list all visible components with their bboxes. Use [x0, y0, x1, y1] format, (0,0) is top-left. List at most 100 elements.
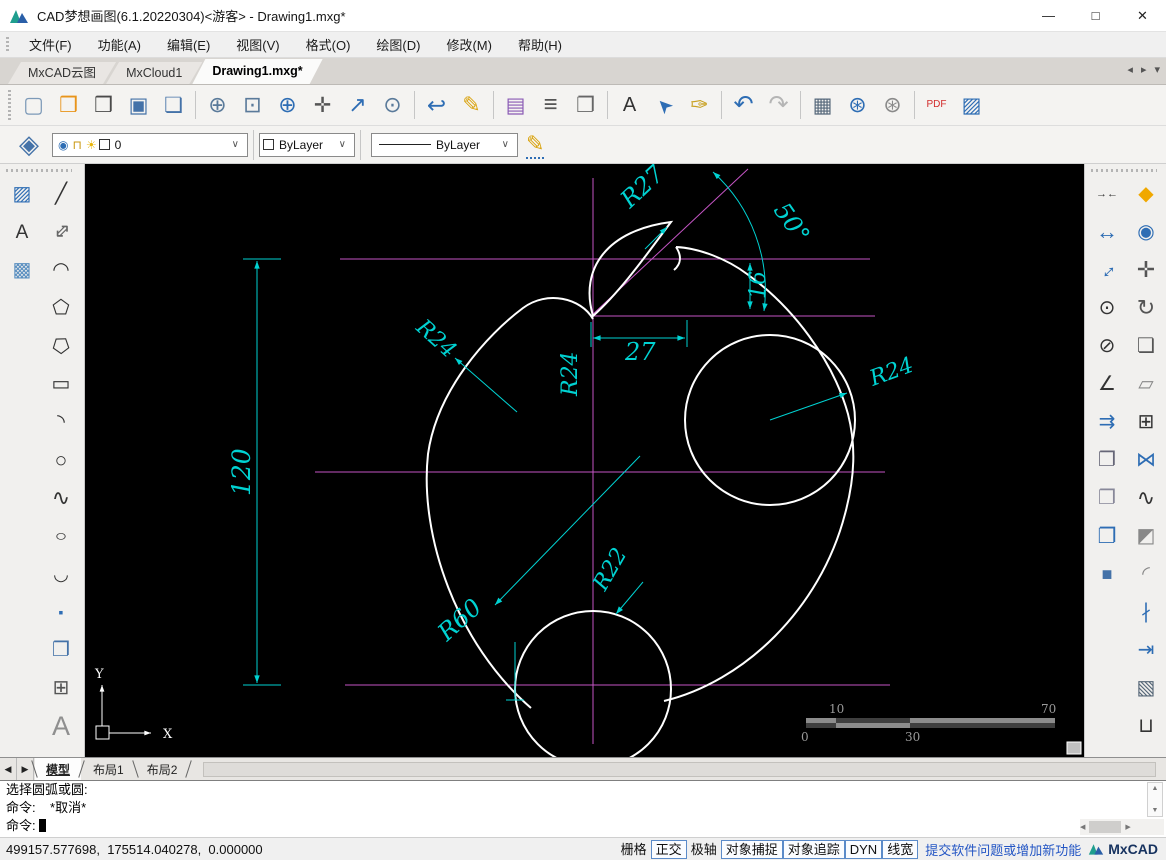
offset-icon[interactable]: ▱ — [1129, 367, 1163, 401]
palette-icon[interactable]: ▤ — [498, 88, 533, 123]
dim-edit-icon[interactable]: →← — [1090, 177, 1124, 211]
extend-icon[interactable]: ⇥ — [1129, 633, 1163, 667]
match-properties-icon[interactable]: ✑ — [682, 88, 717, 123]
menu-view[interactable]: 视图(V) — [223, 32, 292, 57]
menu-draw[interactable]: 绘图(D) — [363, 32, 433, 57]
scale-icon[interactable]: ❏ — [1129, 329, 1163, 363]
close-button[interactable]: ✕ — [1119, 0, 1166, 32]
pan-icon[interactable]: ✛ — [305, 88, 340, 123]
doc-tab-mxcad-cloud[interactable]: MxCAD云图 — [8, 62, 116, 84]
sheet-tab-model[interactable]: 模型 — [35, 758, 81, 780]
toolbar-drag-handle[interactable] — [8, 90, 11, 120]
scroll-up-icon[interactable]: ▲ — [1152, 785, 1159, 792]
print-icon[interactable]: ▦ — [805, 88, 840, 123]
web-update-icon[interactable]: ⊛ — [875, 88, 910, 123]
fillet-icon[interactable]: ◜ — [1129, 557, 1163, 591]
box-3d-icon[interactable]: ▧ — [1129, 671, 1163, 705]
menubar-drag-handle[interactable] — [6, 37, 9, 53]
insert-image-icon[interactable]: ▨ — [5, 177, 39, 211]
command-prompt-line[interactable]: 命令: — [0, 817, 1166, 835]
status-toggle[interactable]: 正交 — [651, 840, 687, 859]
polygon-inscribed-icon[interactable]: ⬠ — [44, 329, 78, 363]
doc-tab-mxcloud1[interactable]: MxCloud1 — [106, 62, 202, 84]
copy-clip-icon[interactable]: ❐ — [1090, 443, 1124, 477]
dim-continue-icon[interactable]: ⇉ — [1090, 405, 1124, 439]
export-pdf-icon[interactable]: PDF — [919, 88, 954, 123]
status-toggle[interactable]: DYN — [845, 840, 882, 859]
dim-diameter-icon[interactable]: ⊘ — [1090, 329, 1124, 363]
publish-web-icon[interactable]: ⊛ — [840, 88, 875, 123]
sheet-tab-layout1[interactable]: 布局1 — [82, 758, 135, 780]
maximize-button[interactable]: □ — [1072, 0, 1119, 32]
zoom-extents-icon[interactable]: ⊕ — [270, 88, 305, 123]
redo-icon[interactable]: ↷ — [761, 88, 796, 123]
arc-3point-icon[interactable]: ◝ — [44, 405, 78, 439]
polygon-icon[interactable]: ⬠ — [44, 291, 78, 325]
status-toggle[interactable]: 极轴 — [687, 841, 721, 858]
arc-icon[interactable]: ◠ — [44, 253, 78, 287]
linetype-list-icon[interactable]: ≡ — [533, 88, 568, 123]
construction-line-icon[interactable]: ⇕ — [44, 215, 78, 249]
dim-linear-icon[interactable]: ↔ — [1090, 215, 1124, 249]
tab-scroll-right-icon[interactable]: ▸ — [1141, 63, 1147, 76]
command-vscrollbar[interactable]: ▲ ▼ — [1147, 782, 1163, 817]
command-hscrollbar[interactable]: ◀ ▶ — [1080, 819, 1164, 835]
text-style-icon[interactable]: A — [612, 88, 647, 123]
spline-fit-icon[interactable]: ∿ — [1129, 481, 1163, 515]
drawing-viewport[interactable]: R27 50° 16 27 R24 R24 R24 120 R22 R60 Y … — [85, 164, 1084, 757]
spline-icon[interactable]: ∿ — [44, 481, 78, 515]
layers-icon[interactable]: ◈ — [12, 129, 46, 160]
command-window[interactable]: 选择圆弧或圆: 命令: *取消* 命令: — [0, 780, 1166, 837]
dim-radius-icon[interactable]: ⊙ — [1090, 291, 1124, 325]
menu-modify[interactable]: 修改(M) — [433, 32, 505, 57]
dimension-lines[interactable] — [243, 172, 847, 700]
break-icon[interactable]: ∤ — [1129, 595, 1163, 629]
status-toggle[interactable]: 对象追踪 — [783, 840, 845, 859]
block-define-icon[interactable]: ⊞ — [44, 671, 78, 705]
block-insert-icon[interactable]: ❐ — [44, 633, 78, 667]
tab-scroll-left-icon[interactable]: ◂ — [1127, 63, 1133, 76]
save-all-icon[interactable]: ❏ — [156, 88, 191, 123]
copy-with-base-icon[interactable]: ❐ — [1090, 481, 1124, 515]
array-icon[interactable]: ⊞ — [1129, 405, 1163, 439]
copy-object-icon[interactable]: ◉ — [1129, 215, 1163, 249]
scroll-left-icon[interactable]: ◀ — [1080, 823, 1085, 831]
multiline-text-icon[interactable]: A — [5, 215, 39, 249]
scrollbar-thumb[interactable] — [1089, 821, 1121, 833]
linetype-select[interactable]: ByLayer ∨ — [371, 133, 518, 157]
hatch-icon[interactable]: ▩ — [5, 253, 39, 287]
select-cursor-icon[interactable]: ➤ — [647, 88, 682, 123]
region-icon[interactable]: ⊔ — [1129, 709, 1163, 743]
new-file-icon[interactable]: ▢ — [16, 88, 51, 123]
clip-region-icon[interactable]: ❐ — [568, 88, 603, 123]
open-folder-icon[interactable]: ❒ — [86, 88, 121, 123]
zoom-center-icon[interactable]: ⊙ — [375, 88, 410, 123]
toolbar-drag-handle[interactable] — [1091, 169, 1157, 172]
rectangle-icon[interactable]: ▭ — [44, 367, 78, 401]
dim-angular-icon[interactable]: ∠ — [1090, 367, 1124, 401]
color-select[interactable]: ByLayer ∨ — [259, 133, 355, 157]
layer-select[interactable]: ◉ ⊓ ☀ 0 ∨ — [52, 133, 248, 157]
menu-format[interactable]: 格式(O) — [293, 32, 364, 57]
apple-outline-geometry[interactable] — [427, 222, 855, 757]
paste-block-icon[interactable]: ■ — [1090, 557, 1124, 591]
menu-function[interactable]: 功能(A) — [85, 32, 154, 57]
paste-clip-icon[interactable]: ❐ — [1090, 519, 1124, 553]
drawing-canvas[interactable]: R27 50° 16 27 R24 R24 R24 120 R22 R60 Y … — [85, 164, 1084, 757]
scroll-right-icon[interactable]: ▶ — [1125, 823, 1130, 831]
status-toggle[interactable]: 栅格 — [617, 841, 651, 858]
menu-edit[interactable]: 编辑(E) — [154, 32, 223, 57]
rotate-icon[interactable]: ↻ — [1129, 291, 1163, 325]
circle-icon[interactable]: ○ — [44, 443, 78, 477]
ellipse-arc-icon[interactable]: ◡ — [44, 557, 78, 591]
mirror-icon[interactable]: ⋈ — [1129, 443, 1163, 477]
single-text-icon[interactable]: A — [44, 709, 78, 743]
dim-aligned-icon[interactable]: ↔ — [1090, 253, 1124, 287]
erase-icon[interactable]: ◆ — [1129, 177, 1163, 211]
sheet-scrollbar[interactable] — [203, 762, 1156, 777]
ellipse-icon[interactable]: ○ — [44, 519, 78, 553]
menu-file[interactable]: 文件(F) — [16, 32, 85, 57]
doc-tab-drawing1[interactable]: Drawing1.mxg* — [192, 59, 322, 84]
chamfer-icon[interactable]: ◩ — [1129, 519, 1163, 553]
move-icon[interactable]: ✛ — [1129, 253, 1163, 287]
